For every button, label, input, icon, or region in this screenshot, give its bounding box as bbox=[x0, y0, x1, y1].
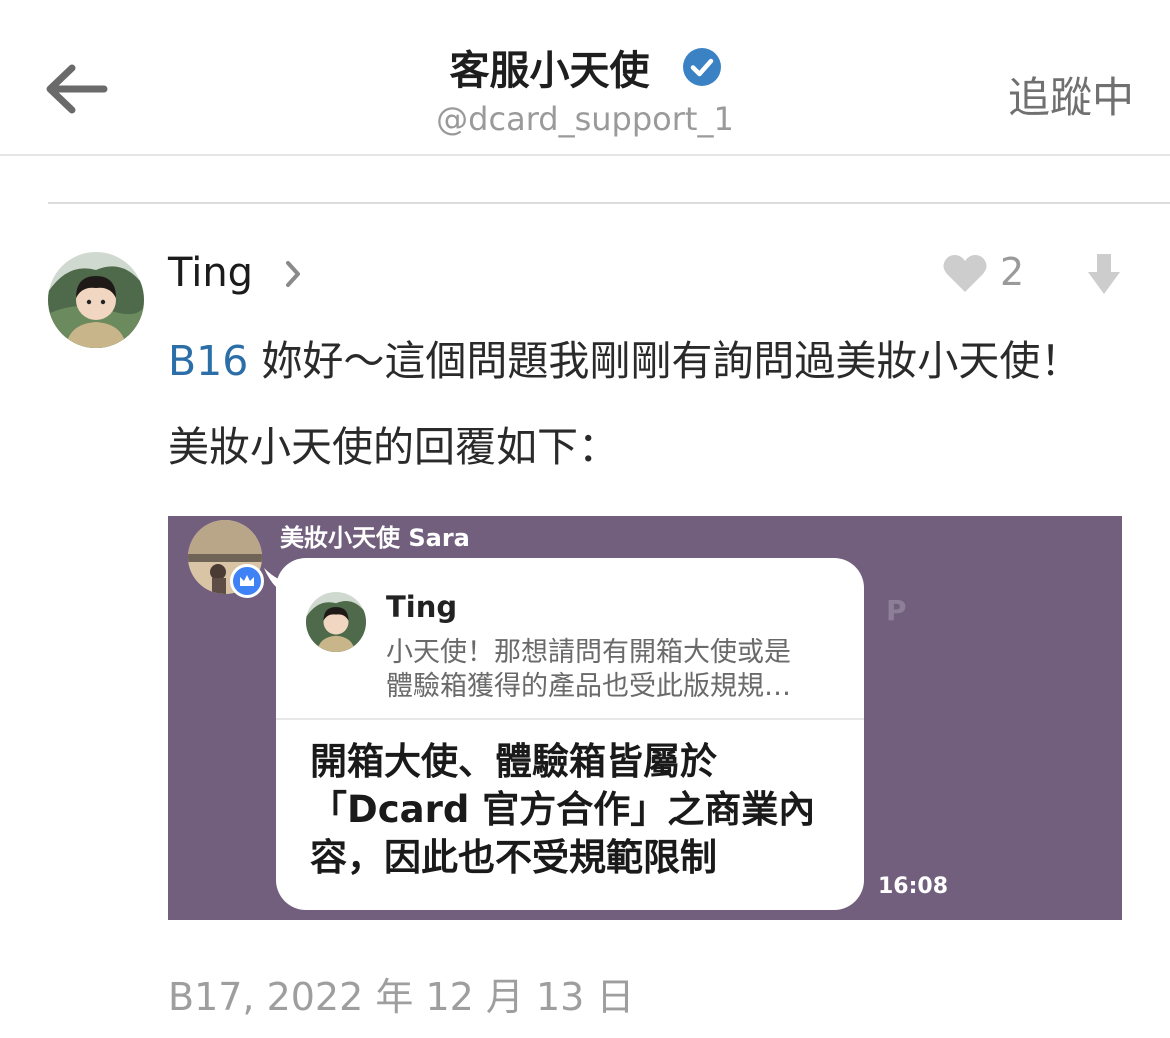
post-meta: B17, 2022 年 12 月 13 日 bbox=[168, 975, 635, 1019]
author-avatar[interactable] bbox=[48, 252, 144, 348]
post-text: 妳好～這個問題我剛剛有詢問過美妝小天使！美妝小天使的回覆如下： bbox=[168, 337, 1082, 471]
account-handle: @dcard_support_1 bbox=[436, 100, 734, 138]
title-row: 客服小天使 bbox=[0, 38, 1170, 96]
reply-text-line: 「Dcard 官方合作」之商業內 bbox=[310, 788, 816, 831]
reply-text-line: 容，因此也不受規範限制 bbox=[310, 836, 717, 879]
author-name[interactable]: Ting bbox=[168, 250, 253, 296]
chevron-right-icon[interactable] bbox=[283, 258, 303, 290]
embedded-chat-screenshot: 美妝小天使 Sara P Ting 小天使！那想請問有開箱大使或是 體驗箱獲得的… bbox=[168, 516, 1122, 920]
page-title: 客服小天使 bbox=[449, 48, 650, 94]
crown-badge-icon bbox=[230, 564, 264, 598]
verified-badge-icon bbox=[682, 48, 721, 86]
background-text: P bbox=[886, 594, 907, 627]
message-timestamp: 16:08 bbox=[878, 874, 949, 899]
floor-reference-link[interactable]: B16 bbox=[168, 337, 248, 385]
reply-text-line: 開箱大使、體驗箱皆屬於 bbox=[310, 740, 717, 783]
heart-icon[interactable] bbox=[942, 254, 988, 294]
like-count: 2 bbox=[1000, 250, 1025, 294]
quoted-author-avatar bbox=[306, 592, 366, 652]
reply-text: 開箱大使、體驗箱皆屬於 「Dcard 官方合作」之商業內 容，因此也不受規範限制 bbox=[310, 738, 850, 882]
bubble-divider bbox=[276, 718, 864, 720]
quoted-author-name: Ting bbox=[386, 590, 458, 624]
section-divider bbox=[48, 202, 1170, 204]
following-button[interactable]: 追蹤中 bbox=[1008, 64, 1134, 125]
reply-bubble: Ting 小天使！那想請問有開箱大使或是 體驗箱獲得的產品也受此版規規… 開箱大… bbox=[276, 558, 864, 910]
quoted-text-line: 體驗箱獲得的產品也受此版規規… bbox=[386, 671, 791, 702]
download-arrow-icon[interactable] bbox=[1086, 252, 1122, 296]
header-divider bbox=[0, 154, 1170, 156]
sender-name: 美妝小天使 Sara bbox=[280, 524, 470, 552]
post-body: B16 妳好～這個問題我剛剛有詢問過美妝小天使！美妝小天使的回覆如下： bbox=[168, 318, 1108, 490]
